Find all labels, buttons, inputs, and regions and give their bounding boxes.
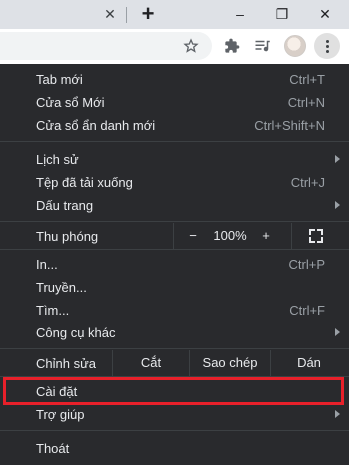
zoom-row: Thu phóng − 100% +: [0, 223, 349, 249]
copy-button[interactable]: Sao chép: [190, 350, 270, 376]
minimize-button[interactable]: –: [228, 3, 252, 25]
menu-divider: [0, 221, 349, 222]
fullscreen-icon[interactable]: [309, 229, 323, 243]
tab-close-icon[interactable]: ✕: [100, 4, 120, 24]
menu-item-shortcut: Ctrl+J: [290, 175, 325, 190]
menu-item-label: Tệp đã tải xuống: [36, 175, 133, 190]
menu-item-shortcut: Ctrl+N: [287, 95, 325, 110]
restore-button[interactable]: ❐: [270, 3, 294, 25]
star-icon[interactable]: [180, 35, 202, 57]
menu-item-label: Truyền...: [36, 280, 87, 295]
menu-item-label: Cửa sổ ẩn danh mới: [36, 118, 156, 133]
menu-item-label: Lịch sử: [36, 152, 79, 167]
edit-row: Chỉnh sửa Cắt Sao chép Dán: [0, 350, 349, 376]
submenu-arrow-icon: [335, 328, 340, 336]
edit-label: Chỉnh sửa: [36, 356, 97, 371]
menu-item-label: In...: [36, 257, 58, 272]
puzzle-icon[interactable]: [221, 35, 243, 57]
profile-avatar[interactable]: [284, 35, 306, 57]
zoom-divider: [291, 223, 292, 249]
menu-item-label: Cửa sổ Mới: [36, 95, 105, 110]
media-queue-icon[interactable]: [252, 35, 274, 57]
menu-item-find[interactable]: Tìm... Ctrl+F: [0, 299, 349, 322]
menu-item-shortcut: Ctrl+P: [288, 257, 325, 272]
zoom-out-button[interactable]: −: [183, 223, 203, 249]
three-dot-menu-icon[interactable]: [314, 33, 340, 59]
menu-divider: [0, 430, 349, 431]
menu-item-incognito[interactable]: Cửa sổ ẩn danh mới Ctrl+Shift+N: [0, 114, 349, 137]
close-window-button[interactable]: ✕: [313, 3, 337, 25]
submenu-arrow-icon: [335, 201, 340, 209]
new-tab-button[interactable]: +: [137, 3, 159, 25]
tab-divider: [126, 7, 127, 23]
menu-item-exit[interactable]: Thoát: [0, 437, 349, 460]
tab-strip: ✕ + – ❐ ✕: [0, 0, 349, 29]
menu-item-label: Thoát: [36, 441, 70, 456]
menu-item-print[interactable]: In... Ctrl+P: [0, 253, 349, 276]
menu-item-shortcut: Ctrl+Shift+N: [254, 118, 325, 133]
submenu-arrow-icon: [335, 155, 340, 163]
menu-divider: [0, 348, 349, 349]
settings-highlight-box: [3, 377, 344, 405]
paste-button[interactable]: Dán: [271, 350, 347, 376]
menu-item-label: Trợ giúp: [36, 407, 85, 422]
menu-item-label: Tab mới: [36, 72, 83, 87]
menu-divider: [0, 141, 349, 142]
cut-button[interactable]: Cắt: [113, 350, 189, 376]
zoom-in-button[interactable]: +: [256, 223, 276, 249]
zoom-label: Thu phóng: [36, 229, 99, 244]
menu-divider: [0, 249, 349, 250]
menu-item-bookmarks[interactable]: Dấu trang: [0, 194, 349, 217]
menu-item-new-window[interactable]: Cửa sổ Mới Ctrl+N: [0, 91, 349, 114]
submenu-arrow-icon: [335, 410, 340, 418]
menu-item-history[interactable]: Lịch sử: [0, 148, 349, 171]
menu-item-cast[interactable]: Truyền...: [0, 276, 349, 299]
menu-item-label: Dấu trang: [36, 198, 94, 213]
menu-item-shortcut: Ctrl+F: [289, 303, 325, 318]
menu-item-new-tab[interactable]: Tab mới Ctrl+T: [0, 68, 349, 91]
menu-item-help[interactable]: Trợ giúp: [0, 403, 349, 426]
menu-item-label: Công cụ khác: [36, 325, 116, 340]
zoom-level: 100%: [213, 228, 247, 243]
menu-item-shortcut: Ctrl+T: [289, 72, 325, 87]
menu-item-label: Tìm...: [36, 303, 70, 318]
menu-item-downloads[interactable]: Tệp đã tải xuống Ctrl+J: [0, 171, 349, 194]
zoom-divider: [173, 223, 174, 249]
menu-item-more-tools[interactable]: Công cụ khác: [0, 321, 349, 344]
